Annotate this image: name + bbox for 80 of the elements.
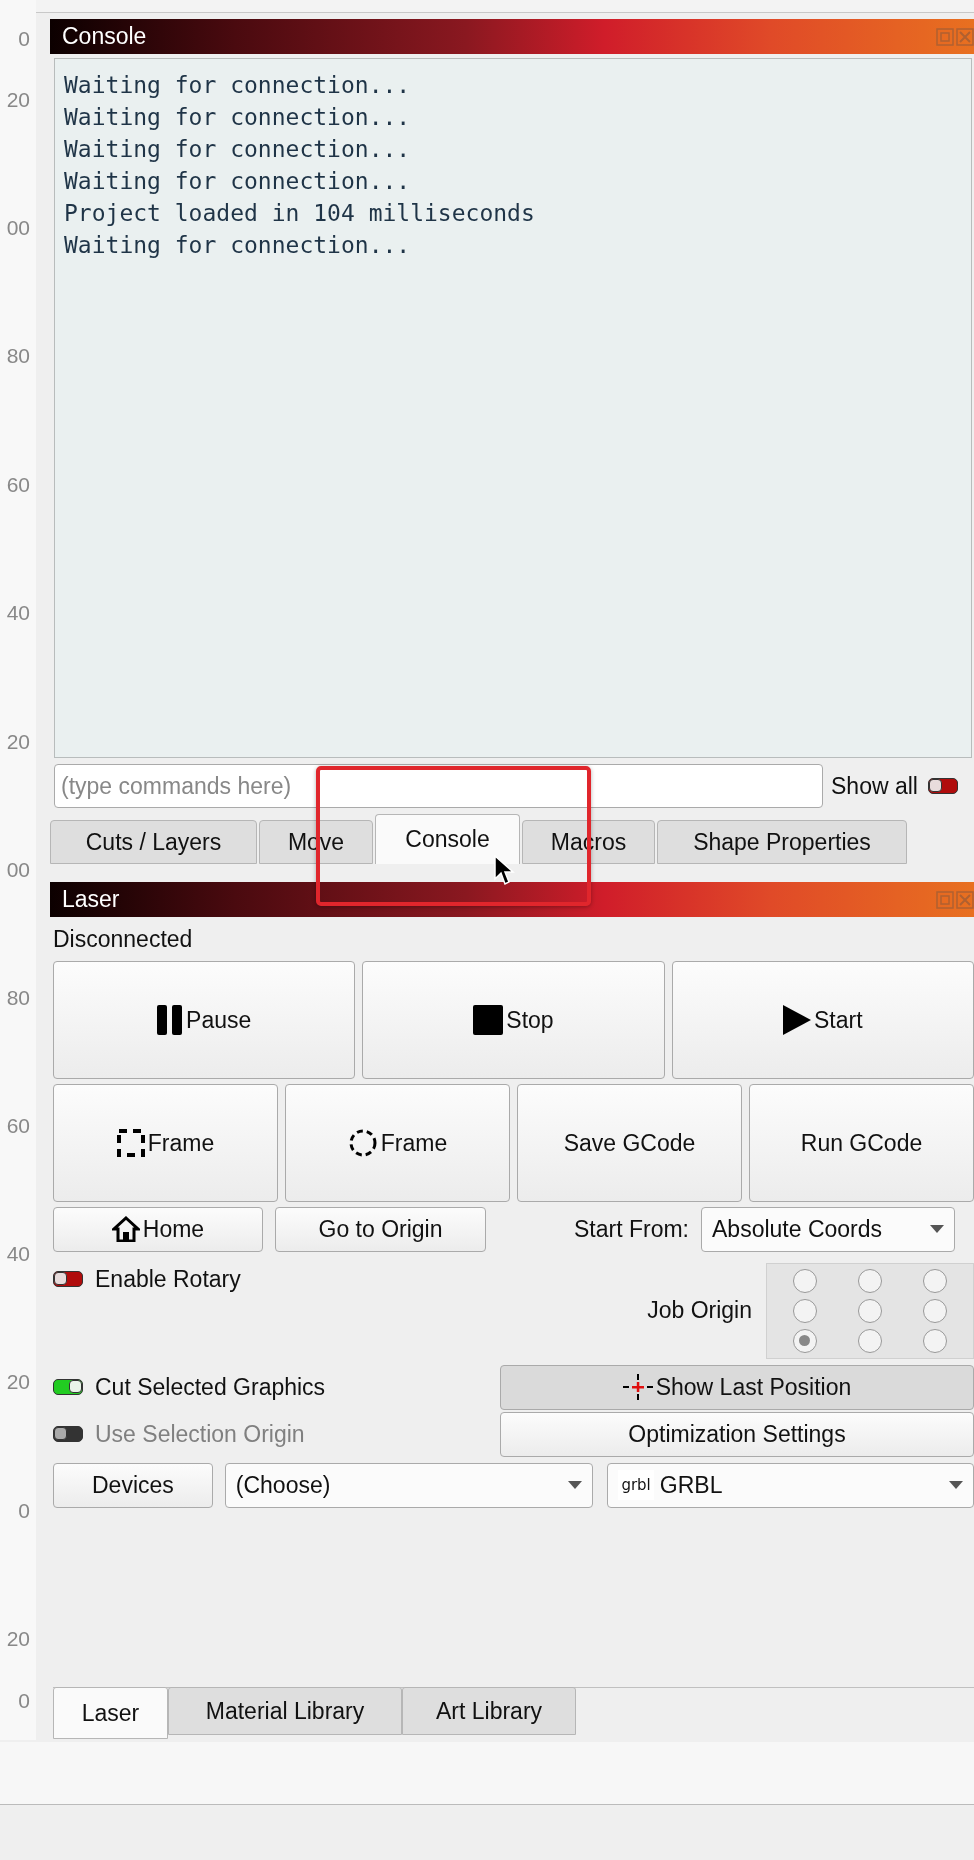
tab[interactable]: Console [375,814,520,864]
connection-status: Disconnected [53,925,194,954]
radio-button[interactable] [922,1328,947,1353]
optimization-settings-button[interactable]: Optimization Settings [500,1411,974,1457]
dashed-square-icon [116,1129,145,1157]
radio-button[interactable] [858,1328,882,1353]
toggle-label: Use Selection Origin [95,1420,305,1448]
ruler-label: 20 [6,87,30,113]
stop-button[interactable]: Stop [362,961,665,1079]
ruler-label: 60 [6,1113,30,1139]
home-button[interactable]: Home [53,1206,263,1252]
show-last-position-button[interactable]: Show Last Position [500,1364,974,1410]
panel-title: Laser [62,886,120,913]
frame-button[interactable]: Frame [53,1084,278,1202]
caret-icon [930,1225,944,1233]
toggle-label: Enable Rotary [95,1265,241,1293]
pause-icon [157,1005,184,1035]
console-line: Waiting for connection... [64,135,412,164]
command-field[interactable]: (type commands here) [54,764,823,808]
ruler-label: 60 [6,472,30,498]
ruler-label: 00 [6,857,30,883]
dashed-circle-icon [347,1128,378,1158]
radio-button[interactable] [858,1268,882,1293]
toggle-label: Cut Selected Graphics [95,1373,326,1401]
ruler-label: 80 [6,343,30,369]
crosshair-icon [622,1374,653,1400]
cursor-icon [494,855,516,887]
caret-icon [568,1481,583,1489]
tab[interactable]: Shape Properties [657,820,907,864]
radio-button[interactable] [793,1268,818,1293]
stop-icon [473,1005,504,1035]
home-icon [111,1216,140,1242]
save-gcode-button[interactable]: Save GCode [517,1084,742,1202]
toggle-switch[interactable] [927,778,958,794]
console-line: Waiting for connection... [64,103,412,132]
tab[interactable]: Cuts / Layers [50,820,257,864]
start-from-dropdown[interactable]: Absolute Coords [701,1206,955,1252]
start-from-label: Start From: [574,1215,689,1243]
grbl-logo: grbl [618,1470,654,1500]
device-dropdown[interactable]: (Choose) [224,1462,594,1508]
close-icon [956,27,974,46]
radio-button[interactable] [858,1298,882,1323]
console-line: Waiting for connection... [64,71,412,100]
ruler-label: 0 [18,1498,30,1524]
radio-button[interactable] [922,1268,947,1293]
go-to-origin-button[interactable]: Go to Origin [275,1206,486,1252]
tab[interactable]: Material Library [168,1687,402,1735]
run-gcode-button[interactable]: Run GCode [749,1084,974,1202]
devices-button[interactable]: Devices [53,1462,213,1508]
console-line: Project loaded in 104 milliseconds [64,199,536,228]
ruler-label: 0 [18,1688,30,1714]
ruler-label: 20 [6,729,30,755]
ruler-label: 40 [6,1241,30,1267]
radio-button[interactable] [793,1328,818,1353]
ruler-label: 80 [6,985,30,1011]
close-icon [956,890,974,909]
start-button[interactable]: Start [671,961,974,1079]
panel-title: Console [62,23,147,50]
ruler-label: 20 [6,1626,30,1652]
controller-dropdown[interactable]: grbl GRBL [607,1462,974,1508]
toggle-switch[interactable] [53,1271,83,1287]
toggle-switch[interactable] [53,1379,83,1395]
frame-button[interactable]: Frame [285,1084,510,1202]
float-icon [936,890,954,909]
radio-button[interactable] [922,1298,947,1323]
tab[interactable]: Art Library [402,1687,576,1735]
console-line: Waiting for connection... [64,231,412,260]
radio-button[interactable] [793,1298,818,1323]
console-line: Waiting for connection... [64,167,412,196]
job-origin-label: Job Origin [647,1297,752,1324]
ruler-label: 40 [6,600,30,626]
float-icon [936,27,954,46]
ruler-label: 20 [6,1369,30,1395]
ruler-label: 0 [18,26,30,52]
show-all-label: Show all [831,772,918,800]
tab[interactable]: Laser [53,1687,168,1739]
ruler-label: 00 [6,215,30,241]
play-icon [783,1005,812,1035]
pause-button[interactable]: Pause [53,961,356,1079]
caret-icon [949,1481,963,1489]
